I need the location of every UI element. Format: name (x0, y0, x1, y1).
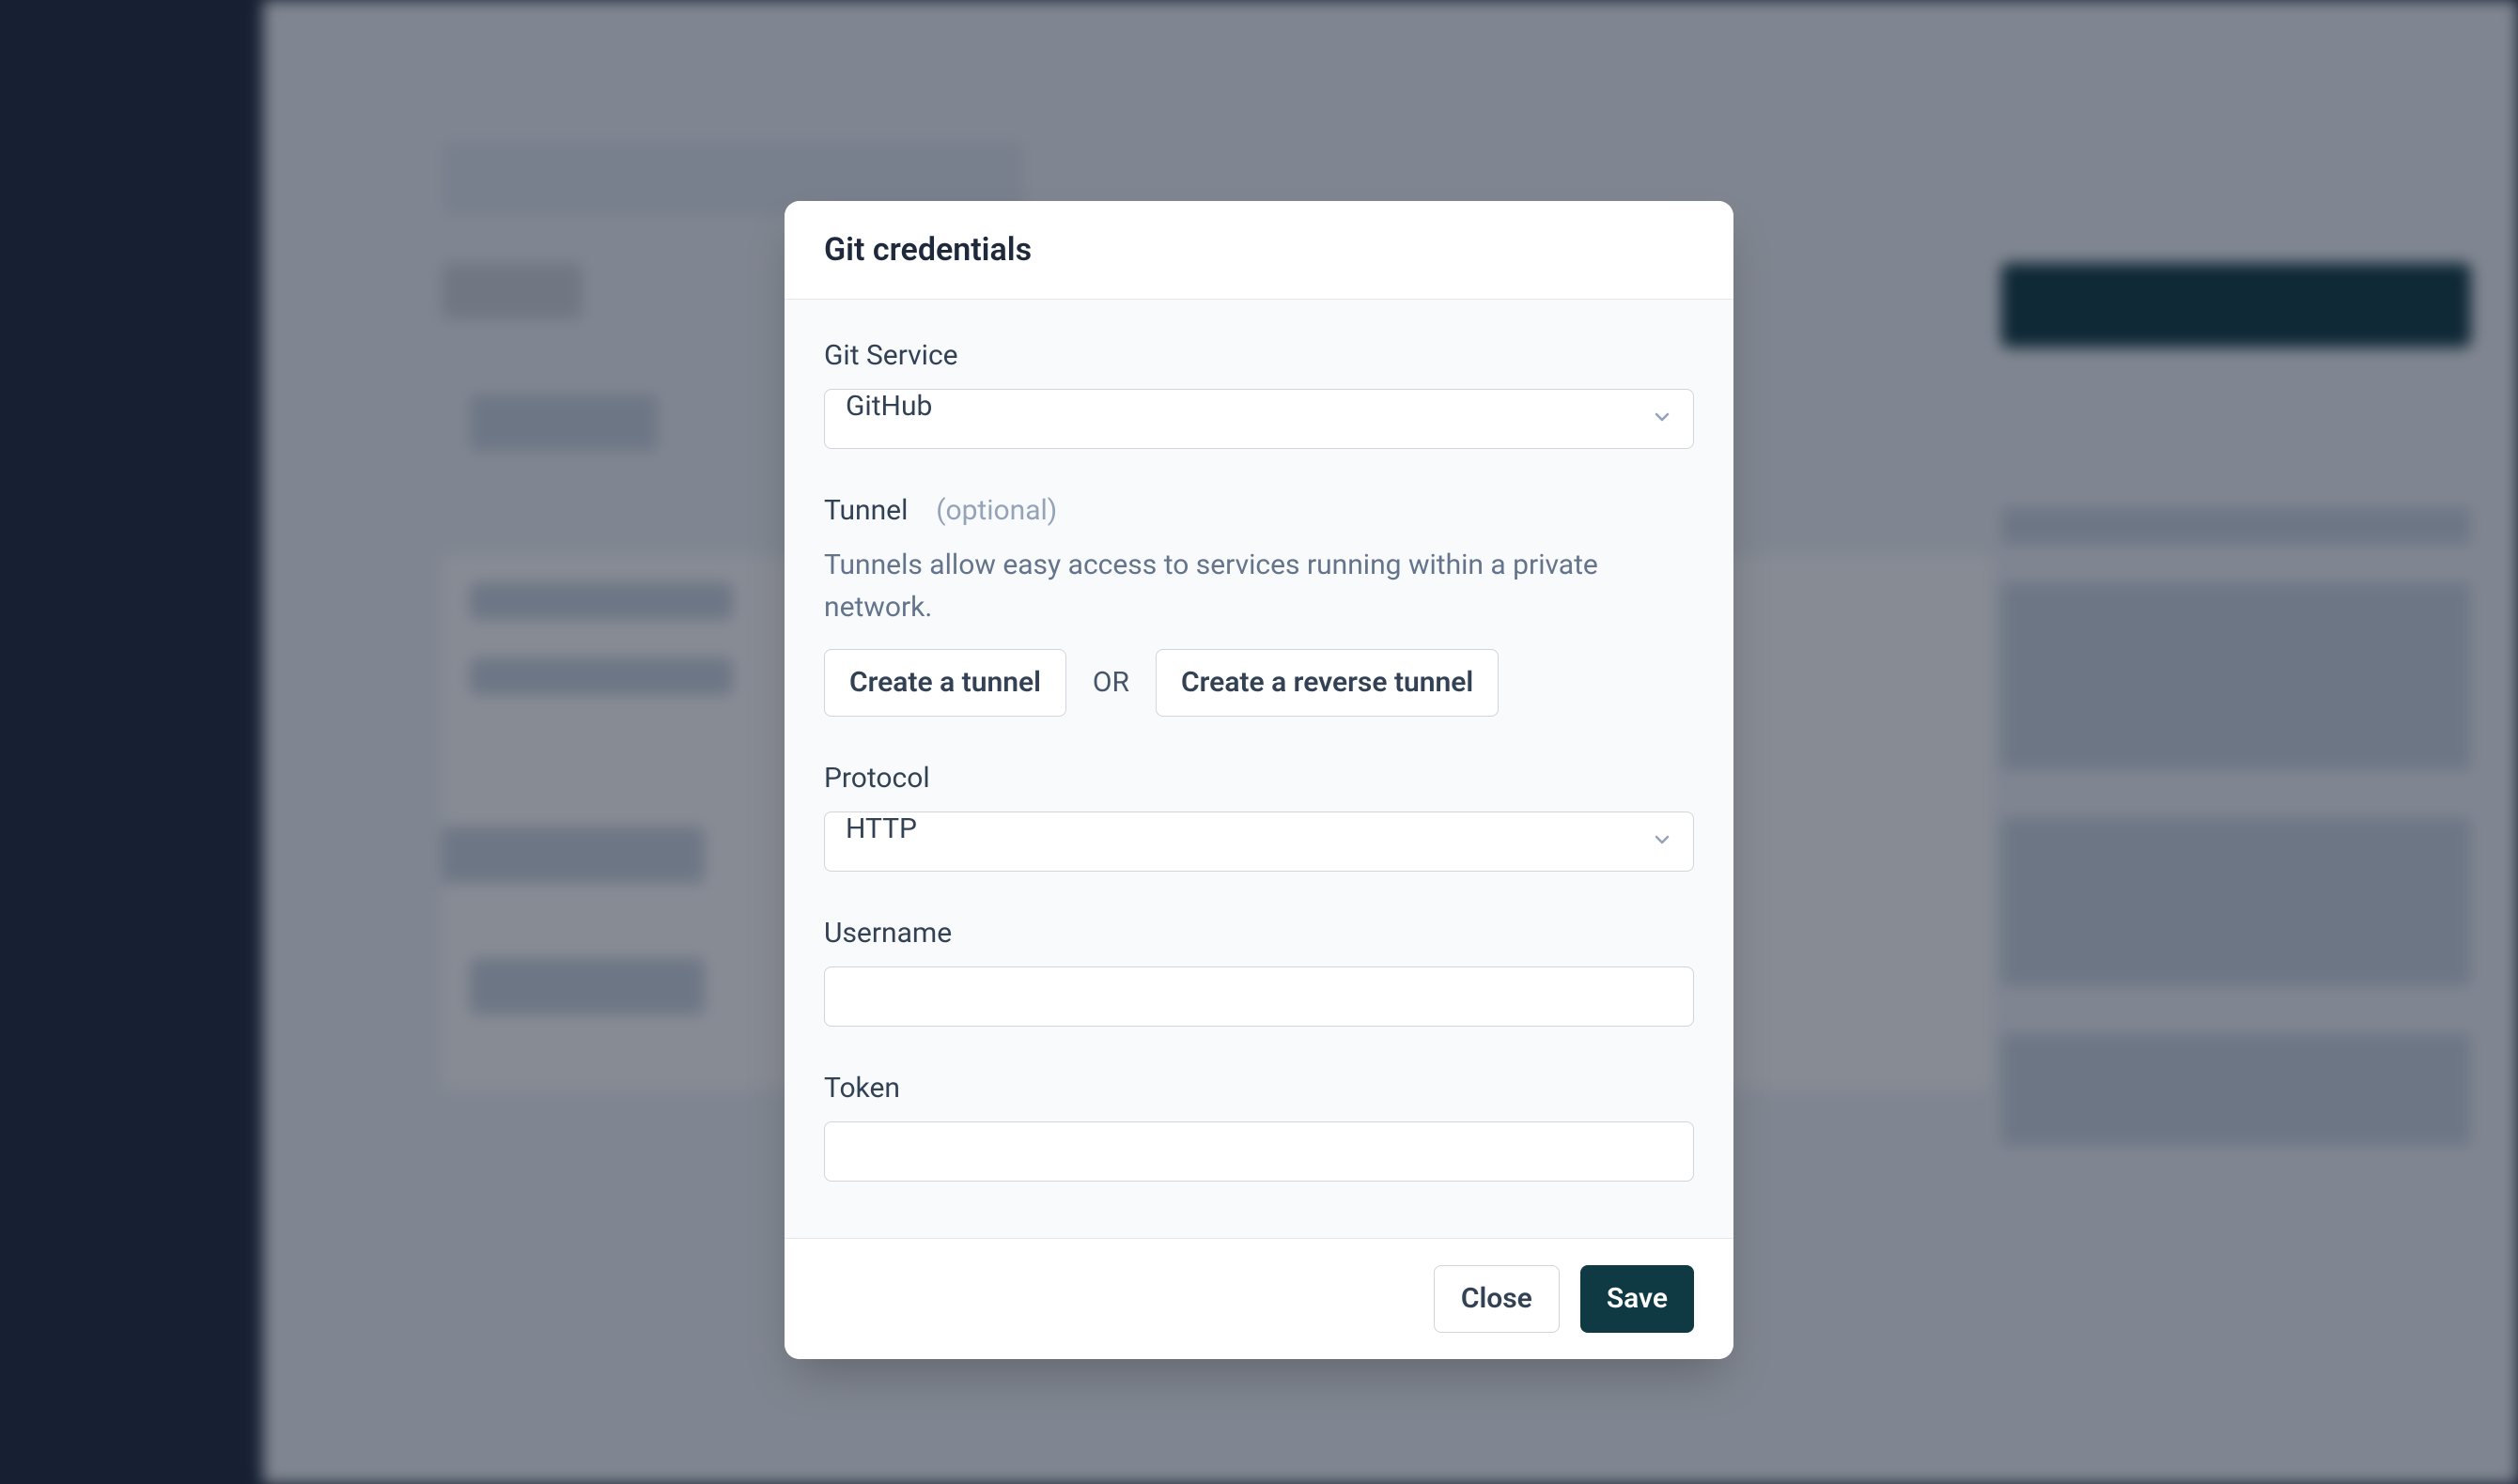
git-service-value: GitHub (846, 390, 932, 423)
create-tunnel-button[interactable]: Create a tunnel (824, 649, 1066, 717)
username-group: Username (824, 917, 1694, 1027)
token-label: Token (824, 1072, 1694, 1105)
modal-title: Git credentials (824, 231, 1694, 269)
tunnel-description: Tunnels allow easy access to services ru… (824, 544, 1694, 628)
username-label: Username (824, 917, 1694, 950)
token-input[interactable] (824, 1121, 1694, 1182)
modal-footer: Close Save (785, 1238, 1733, 1359)
close-button[interactable]: Close (1434, 1265, 1560, 1333)
tunnel-optional: (optional) (936, 494, 1057, 527)
git-service-label: Git Service (824, 339, 1694, 372)
tunnel-buttons: Create a tunnel OR Create a reverse tunn… (824, 649, 1694, 717)
protocol-group: Protocol HTTP (824, 762, 1694, 872)
create-reverse-tunnel-button[interactable]: Create a reverse tunnel (1156, 649, 1499, 717)
modal-header: Git credentials (785, 201, 1733, 300)
modal-body: Git Service GitHub Tunnel (optional) Tun… (785, 300, 1733, 1238)
protocol-value: HTTP (846, 812, 917, 845)
git-credentials-modal: Git credentials Git Service GitHub Tunne… (785, 201, 1733, 1359)
protocol-select-wrapper: HTTP (824, 812, 1694, 872)
tunnel-label-row: Tunnel (optional) (824, 494, 1694, 527)
save-button[interactable]: Save (1580, 1265, 1694, 1333)
git-service-group: Git Service GitHub (824, 339, 1694, 449)
tunnel-group: Tunnel (optional) Tunnels allow easy acc… (824, 494, 1694, 717)
git-service-select-wrapper: GitHub (824, 389, 1694, 449)
git-service-select[interactable]: GitHub (824, 389, 1694, 449)
or-text: OR (1093, 666, 1129, 699)
protocol-label: Protocol (824, 762, 1694, 795)
protocol-select[interactable]: HTTP (824, 812, 1694, 872)
token-group: Token (824, 1072, 1694, 1182)
username-input[interactable] (824, 966, 1694, 1027)
tunnel-label: Tunnel (824, 494, 908, 527)
